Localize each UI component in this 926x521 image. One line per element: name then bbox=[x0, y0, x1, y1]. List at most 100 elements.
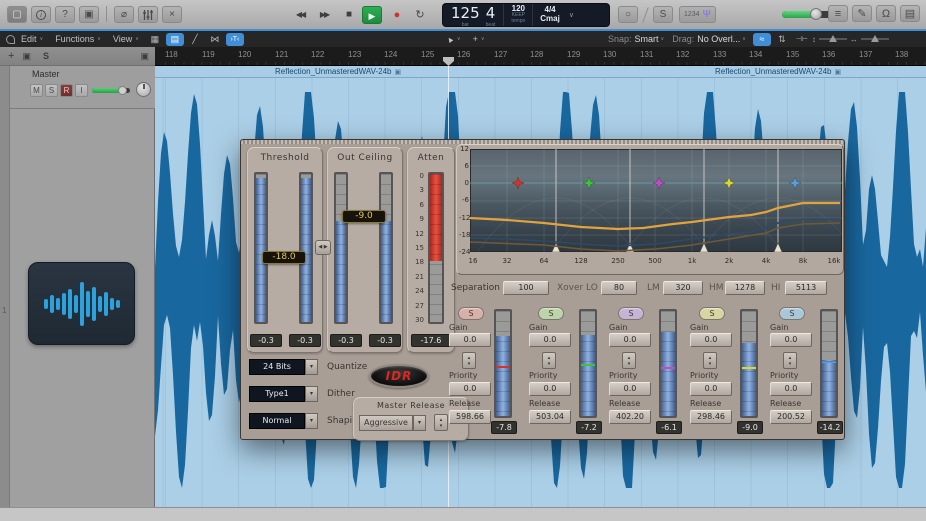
count-in-tuner-group[interactable]: 1234 Ψ bbox=[679, 6, 716, 23]
band-4-marker[interactable] bbox=[723, 177, 735, 189]
band-4-release[interactable]: 298.46 bbox=[690, 410, 732, 424]
track-icon-tile[interactable] bbox=[28, 262, 135, 345]
menu-functions[interactable]: Functions∨ bbox=[55, 34, 101, 44]
playhead-marker[interactable] bbox=[443, 57, 454, 66]
snap-transient-button[interactable]: ›T‹ bbox=[226, 33, 244, 46]
separation-value[interactable]: 100 bbox=[503, 281, 549, 295]
dropdown-icon[interactable]: ▾ bbox=[305, 386, 318, 402]
dropdown-icon[interactable]: ▾ bbox=[305, 413, 318, 429]
dropdown-icon[interactable]: ▾ bbox=[305, 359, 318, 375]
band-4-solo-button[interactable]: S bbox=[699, 307, 725, 320]
control-bar-display-button[interactable]: ▢ bbox=[7, 6, 27, 23]
band-3-gain[interactable]: 0.0 bbox=[609, 333, 651, 347]
band-4-gain[interactable]: 0.0 bbox=[690, 333, 732, 347]
band-1-stepper[interactable]: ▴▾ bbox=[462, 352, 476, 369]
band-1-gain[interactable]: 0.0 bbox=[449, 333, 491, 347]
band-2-gain[interactable]: 0.0 bbox=[529, 333, 571, 347]
band-5-release[interactable]: 200.52 bbox=[770, 410, 812, 424]
record-button[interactable]: ● bbox=[386, 6, 406, 24]
track-volume-slider[interactable] bbox=[92, 88, 130, 93]
add-track-button[interactable]: + bbox=[8, 50, 14, 62]
fit-zoom-button[interactable]: ⊣⊢ bbox=[793, 33, 811, 46]
xover-lo-value[interactable]: 80 bbox=[601, 281, 637, 295]
band-5-solo-button[interactable]: S bbox=[779, 307, 805, 320]
menu-view[interactable]: View∨ bbox=[113, 34, 139, 44]
band-4-stepper[interactable]: ▴▾ bbox=[703, 352, 717, 369]
band-3-priority[interactable]: 0.0 bbox=[609, 382, 651, 396]
mixer-button[interactable] bbox=[138, 6, 158, 23]
band-4-priority[interactable]: 0.0 bbox=[690, 382, 732, 396]
out-ceiling-value-tag[interactable]: -9.0 bbox=[342, 210, 386, 223]
region-name-strip[interactable]: Reflection_UnmasteredWAV-24b ▣ Reflectio… bbox=[155, 66, 926, 78]
band-1-marker[interactable] bbox=[512, 177, 524, 189]
cycle-button[interactable]: ↻ bbox=[410, 6, 430, 24]
regions-view-button[interactable]: ▤ bbox=[166, 33, 184, 46]
vertical-auto-zoom-button[interactable]: ⇅ bbox=[773, 33, 791, 46]
band-2-solo-button[interactable]: S bbox=[538, 307, 564, 320]
master-track-header[interactable]: Master M S R I bbox=[0, 66, 155, 109]
solo-button[interactable]: S bbox=[45, 84, 58, 97]
grid-view-button[interactable]: ▦ bbox=[146, 33, 164, 46]
band-5-marker[interactable] bbox=[789, 177, 801, 189]
list-editors-button[interactable]: ≡ bbox=[828, 5, 848, 22]
band-2-stepper[interactable]: ▴▾ bbox=[542, 352, 556, 369]
master-release-stepper[interactable]: ▴ ▾ bbox=[434, 414, 448, 431]
quantize-select[interactable]: 24 Bits ▾ bbox=[249, 359, 318, 375]
vertical-zoom-slider[interactable] bbox=[819, 38, 847, 40]
input-monitor-button[interactable]: I bbox=[75, 84, 88, 97]
band-2-priority[interactable]: 0.0 bbox=[529, 382, 571, 396]
band-3-stepper[interactable]: ▴▾ bbox=[622, 352, 636, 369]
band-3-release[interactable]: 402.20 bbox=[609, 410, 651, 424]
menu-edit[interactable]: Edit∨ bbox=[21, 34, 43, 44]
band-5-gain[interactable]: 0.0 bbox=[770, 333, 812, 347]
band-1-priority[interactable]: 0.0 bbox=[449, 382, 491, 396]
lcd-display[interactable]: 125bar 4beat 120 KEEP tempo 4/4 Cmaj ∨ bbox=[442, 3, 610, 27]
solo-mode-button[interactable]: S bbox=[653, 6, 673, 23]
xover-hm-value[interactable]: 1278 bbox=[725, 281, 765, 295]
help-button[interactable]: ? bbox=[55, 6, 75, 23]
master-release-select[interactable]: Aggressive ▾ bbox=[359, 415, 426, 431]
band-1-solo-button[interactable]: S bbox=[458, 307, 484, 320]
stop-button[interactable]: ■ bbox=[338, 6, 358, 24]
apple-loops-button[interactable]: Ω bbox=[876, 5, 896, 22]
band-5-stepper[interactable]: ▴▾ bbox=[783, 352, 797, 369]
mute-button[interactable]: M bbox=[30, 84, 43, 97]
dither-select[interactable]: Type1 ▾ bbox=[249, 386, 318, 402]
xover-lm-value[interactable]: 320 bbox=[663, 281, 703, 295]
shaping-select[interactable]: Normal ▾ bbox=[249, 413, 318, 429]
track-solo-button[interactable]: S bbox=[43, 51, 49, 61]
cut-tool-button[interactable]: × bbox=[162, 6, 182, 23]
no-input-button[interactable]: ⌀ bbox=[114, 6, 134, 23]
tool-menu-icon[interactable] bbox=[6, 35, 15, 44]
band-3-solo-button[interactable]: S bbox=[618, 307, 644, 320]
xover-hi-value[interactable]: 5113 bbox=[785, 281, 827, 295]
browsers-button[interactable]: ▤ bbox=[900, 5, 920, 22]
automation-button[interactable]: ╱ bbox=[186, 33, 204, 46]
volume-thumb[interactable] bbox=[810, 8, 822, 20]
track-header-config-icon[interactable]: ▣ bbox=[140, 51, 149, 62]
bottom-scrollbar-strip[interactable] bbox=[0, 507, 926, 521]
crossfade-button[interactable]: ⋈ bbox=[206, 33, 224, 46]
quick-help-button[interactable]: i bbox=[31, 6, 51, 23]
metronome-button[interactable]: ○ bbox=[618, 6, 638, 23]
note-pads-button[interactable]: ✎ bbox=[852, 5, 872, 22]
record-enable-button[interactable]: R bbox=[60, 84, 73, 97]
horizontal-zoom-slider[interactable] bbox=[861, 38, 889, 40]
lcd-chevron-icon[interactable]: ∨ bbox=[569, 11, 574, 19]
band-1-release[interactable]: 598.66 bbox=[449, 410, 491, 424]
pan-knob[interactable] bbox=[136, 82, 151, 97]
library-button[interactable]: ▣ bbox=[79, 6, 99, 23]
band-2-release[interactable]: 503.04 bbox=[529, 410, 571, 424]
band-5-priority[interactable]: 0.0 bbox=[770, 382, 812, 396]
waveform-zoom-button[interactable]: ≈ bbox=[753, 33, 771, 46]
dropdown-icon[interactable]: ▾ bbox=[413, 415, 426, 431]
track-name[interactable]: Master bbox=[32, 69, 60, 79]
band-2-marker[interactable] bbox=[583, 177, 595, 189]
threshold-link-button[interactable]: ◀ ▶ bbox=[315, 240, 331, 255]
pointer-tool-selector[interactable]: ▲∨ bbox=[446, 34, 461, 44]
forward-button[interactable]: ▶▶ bbox=[314, 6, 334, 24]
secondary-tool-selector[interactable]: +∨ bbox=[473, 34, 485, 44]
snap-value[interactable]: Smart bbox=[635, 34, 659, 44]
drag-value[interactable]: No Overl... bbox=[697, 34, 740, 44]
duplicate-track-icon[interactable]: ▣ bbox=[22, 51, 31, 62]
